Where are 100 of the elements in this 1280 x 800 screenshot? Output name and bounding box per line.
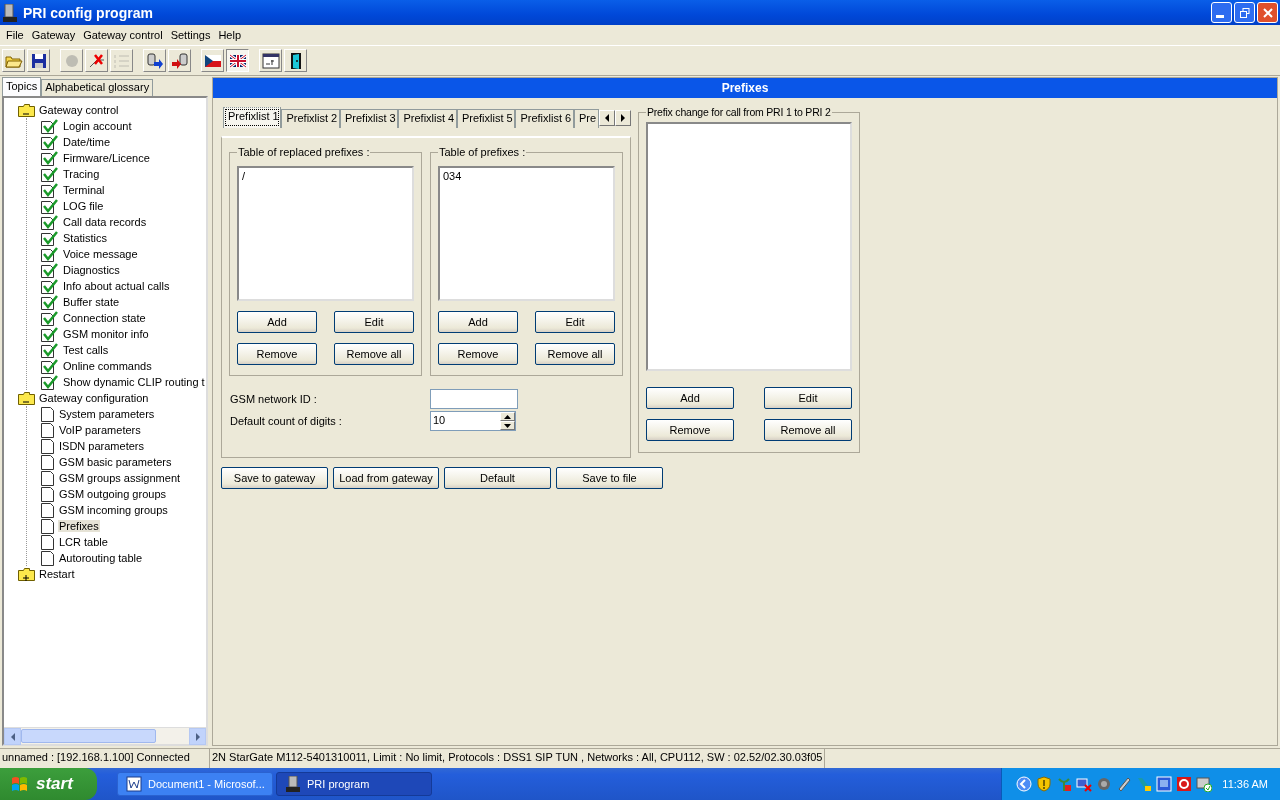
tab[interactable]: Topics <box>2 77 42 96</box>
scroll-left-button[interactable] <box>599 110 615 126</box>
taskbar-button[interactable]: Document1 - Microsof... <box>117 772 273 796</box>
british-flag-button[interactable] <box>226 49 249 72</box>
push-button[interactable]: Edit <box>334 311 414 333</box>
tree-item[interactable]: Login account <box>62 120 133 132</box>
document-check-icon <box>41 166 59 182</box>
tree-item[interactable]: Call data records <box>62 216 148 228</box>
drive-check-icon <box>1196 776 1213 792</box>
database-arrow-button[interactable] <box>143 49 166 72</box>
spin-down-button[interactable] <box>500 421 515 430</box>
terminal-window-button[interactable] <box>259 49 282 72</box>
push-button[interactable]: Add <box>438 311 518 333</box>
tree-item[interactable]: Gateway control <box>38 104 120 116</box>
tree-item[interactable]: Info about actual calls <box>62 280 171 292</box>
tab[interactable]: Alphabetical glossary <box>41 79 154 96</box>
minimize-button[interactable] <box>1211 2 1232 23</box>
tree-item[interactable]: LOG file <box>62 200 105 212</box>
document-icon <box>41 550 55 566</box>
list-item[interactable]: / <box>242 170 409 182</box>
tree-item[interactable]: Buffer state <box>62 296 121 308</box>
tree-item[interactable]: Prefixes <box>58 520 100 532</box>
document-check-icon <box>41 246 59 262</box>
tree-item[interactable]: Show dynamic CLIP routing t <box>62 376 206 388</box>
up-arrow-icon <box>504 414 511 419</box>
document-icon <box>41 406 55 422</box>
tree-item[interactable]: Restart <box>38 568 76 580</box>
document-check-icon <box>41 374 59 390</box>
tree-item[interactable]: LCR table <box>58 536 109 548</box>
horizontal-scrollbar[interactable] <box>4 727 206 744</box>
tree-item[interactable]: Gateway configuration <box>38 392 150 404</box>
menu-item[interactable]: Help <box>214 29 245 41</box>
tree-item[interactable]: GSM groups assignment <box>58 472 182 484</box>
push-button[interactable]: Save to gateway <box>221 467 328 489</box>
menu-item[interactable]: Gateway <box>27 29 80 41</box>
down-arrow-icon <box>504 423 511 428</box>
push-button[interactable]: Remove all <box>334 343 414 365</box>
tab[interactable]: Prefixlist 4 <box>398 109 457 128</box>
czech-flag-button[interactable] <box>201 49 224 72</box>
push-button[interactable]: Edit <box>764 387 852 409</box>
tree-item[interactable]: System parameters <box>58 408 156 420</box>
door-button[interactable] <box>284 49 307 72</box>
tree-item[interactable]: GSM basic parameters <box>58 456 173 468</box>
input-field[interactable] <box>430 389 518 409</box>
list-item[interactable]: 034 <box>443 170 610 182</box>
tree-item[interactable]: Tracing <box>62 168 101 180</box>
menu-item[interactable]: Settings <box>166 29 215 41</box>
tree-item[interactable]: GSM monitor info <box>62 328 150 340</box>
tree-item[interactable]: Date/time <box>62 136 112 148</box>
tree-item[interactable]: Firmware/Licence <box>62 152 151 164</box>
push-button[interactable]: Remove <box>237 343 317 365</box>
tab[interactable]: Prefixlist 3 <box>339 109 399 128</box>
tree-item[interactable]: Autorouting table <box>58 552 144 564</box>
tree-item[interactable]: GSM outgoing groups <box>58 488 167 500</box>
push-button[interactable]: Remove <box>646 419 734 441</box>
speaker-icon <box>1096 776 1113 792</box>
ring-icon <box>1176 776 1193 792</box>
tree-item[interactable]: Online commands <box>62 360 153 372</box>
cross-button[interactable] <box>85 49 108 72</box>
list-box[interactable]: 034 <box>438 166 615 301</box>
tree-item[interactable]: Voice message <box>62 248 139 260</box>
folder-button[interactable] <box>2 49 25 72</box>
start-button[interactable]: start <box>0 768 97 800</box>
spin-up-button[interactable] <box>500 412 515 421</box>
menu-item[interactable]: Gateway control <box>79 29 167 41</box>
tab[interactable]: Prefixlist 5 <box>456 109 516 128</box>
taskbar-button[interactable]: PRI program <box>276 772 432 796</box>
tree-item[interactable]: GSM incoming groups <box>58 504 169 516</box>
scroll-right-button[interactable] <box>615 110 631 126</box>
field-label: Default count of digits : <box>230 415 343 427</box>
database-arrow-button[interactable] <box>168 49 191 72</box>
push-button[interactable]: Add <box>646 387 734 409</box>
tab[interactable]: Prefixlist 1 <box>223 107 282 128</box>
push-button[interactable]: Edit <box>535 311 615 333</box>
tab[interactable]: Prefixlist 2 <box>281 109 340 128</box>
document-check-icon <box>41 214 59 230</box>
push-button[interactable]: Remove <box>438 343 518 365</box>
tree-item[interactable]: VoIP parameters <box>58 424 142 436</box>
tree-item[interactable]: Connection state <box>62 312 147 324</box>
push-button[interactable]: Default <box>444 467 551 489</box>
list-box[interactable]: / <box>237 166 414 301</box>
push-button[interactable]: Save to file <box>556 467 663 489</box>
tree-item[interactable]: ISDN parameters <box>58 440 145 452</box>
close-button[interactable] <box>1257 2 1278 23</box>
tab[interactable]: Pre <box>573 109 599 128</box>
push-button[interactable]: Add <box>237 311 317 333</box>
restore-button[interactable] <box>1234 2 1255 23</box>
number-spinner[interactable]: 10 <box>430 411 516 431</box>
right-arrow-icon <box>193 732 202 741</box>
tab[interactable]: Prefixlist 6 <box>515 109 574 128</box>
menu-item[interactable]: File <box>2 29 28 41</box>
tree-item[interactable]: Test calls <box>62 344 110 356</box>
floppy-disk-button[interactable] <box>27 49 50 72</box>
tree-item[interactable]: Statistics <box>62 232 108 244</box>
antenna-icon <box>1056 776 1073 792</box>
tree-item[interactable]: Diagnostics <box>62 264 121 276</box>
push-button[interactable]: Remove all <box>764 419 852 441</box>
push-button[interactable]: Remove all <box>535 343 615 365</box>
tree-item[interactable]: Terminal <box>62 184 106 196</box>
push-button[interactable]: Load from gateway <box>333 467 439 489</box>
